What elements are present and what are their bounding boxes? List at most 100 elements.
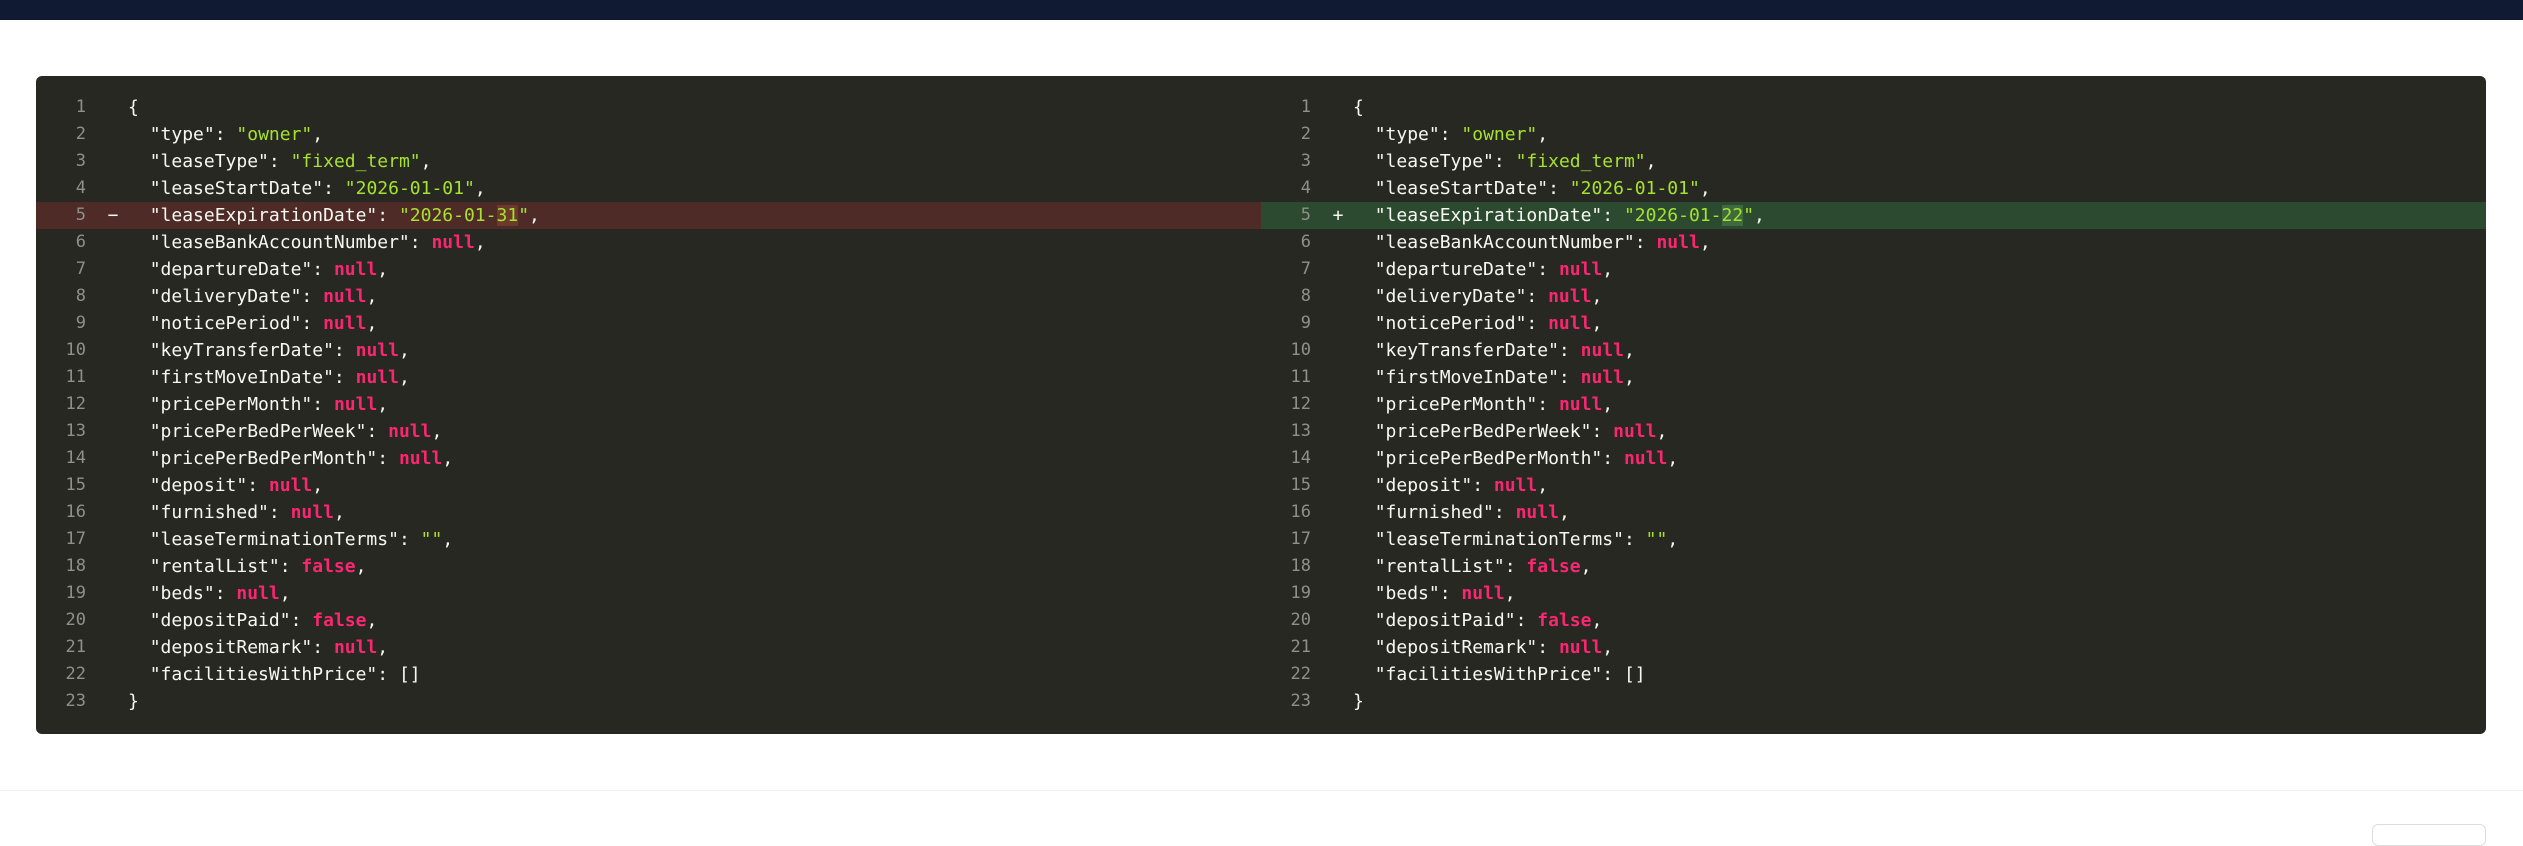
line-number: 9 <box>75 313 86 333</box>
code-line: 22 "facilitiesWithPrice": [] <box>36 661 1261 688</box>
code-content: "rentalList": false, <box>128 553 367 580</box>
json-key: "pricePerBedPerMonth" <box>1374 448 1603 469</box>
code-content: "pricePerMonth": null, <box>1353 391 1613 418</box>
code-content: "rentalList": false, <box>1353 553 1592 580</box>
code-content: "depositRemark": null, <box>1353 634 1613 661</box>
line-number: 23 <box>65 691 86 711</box>
code-line: 12 "pricePerMonth": null, <box>1261 391 2486 418</box>
colon: : <box>312 394 334 415</box>
code-line: 17 "leaseTerminationTerms": "", <box>1261 526 2486 553</box>
colon: : <box>247 475 269 496</box>
line-number: 6 <box>1300 232 1311 252</box>
json-value: null <box>290 502 334 523</box>
colon: : <box>377 664 399 685</box>
line-number: 19 <box>1290 583 1311 603</box>
line-number: 18 <box>65 556 86 576</box>
json-key: "depositPaid" <box>149 610 291 631</box>
json-key: "type" <box>1374 124 1440 145</box>
code-line: 22 "facilitiesWithPrice": [] <box>1261 661 2486 688</box>
code-content: { <box>128 94 139 121</box>
code-line: 13 "pricePerBedPerWeek": null, <box>36 418 1261 445</box>
colon: : <box>1526 286 1549 307</box>
code-content: "pricePerMonth": null, <box>128 391 388 418</box>
code-content: "noticePeriod": null, <box>1353 310 1603 337</box>
json-key: "furnished" <box>1374 502 1494 523</box>
comma: , <box>474 232 486 253</box>
code-line: 18 "rentalList": false, <box>1261 553 2486 580</box>
comma: , <box>1754 205 1765 226</box>
json-key: "leaseBankAccountNumber" <box>149 232 410 253</box>
code-line: 20 "depositPaid": false, <box>1261 607 2486 634</box>
colon: : <box>323 178 345 199</box>
colon: : <box>1439 124 1462 145</box>
comma: , <box>1602 394 1614 415</box>
code-line: 23} <box>1261 688 2486 715</box>
code-content: "leaseBankAccountNumber": null, <box>128 229 486 256</box>
json-key: "pricePerMonth" <box>149 394 313 415</box>
code-content: "leaseType": "fixed_term", <box>1353 148 1657 175</box>
colon: : <box>1623 529 1646 550</box>
line-number: 3 <box>75 151 86 171</box>
comma: , <box>366 286 378 307</box>
json-value: null <box>323 286 367 307</box>
line-number: 11 <box>65 367 86 387</box>
line-number: 16 <box>1290 502 1311 522</box>
comma: , <box>279 583 291 604</box>
code-line: 6 "leaseBankAccountNumber": null, <box>36 229 1261 256</box>
code-line: 18 "rentalList": false, <box>36 553 1261 580</box>
json-key: "keyTransferDate" <box>149 340 334 361</box>
footer-button[interactable] <box>2372 824 2486 846</box>
colon: : <box>1558 340 1581 361</box>
diff-pane-original: 1{2 "type": "owner", 3 "leaseType": "fixe… <box>36 76 1261 734</box>
json-value: false <box>1537 610 1592 631</box>
comma: , <box>366 610 378 631</box>
json-value: null <box>1623 448 1668 469</box>
code-content: "pricePerBedPerWeek": null, <box>128 418 443 445</box>
line-number: 17 <box>1290 529 1311 549</box>
json-key: "noticePeriod" <box>149 313 302 334</box>
json-value: null <box>431 232 475 253</box>
line-number: 17 <box>65 529 86 549</box>
code-line: 19 "beds": null, <box>36 580 1261 607</box>
json-key: "facilitiesWithPrice" <box>1374 664 1603 685</box>
code-content: "deliveryDate": null, <box>1353 283 1603 310</box>
code-line: 9 "noticePeriod": null, <box>36 310 1261 337</box>
code-line: 12 "pricePerMonth": null, <box>36 391 1261 418</box>
code-content: "leaseTerminationTerms": "", <box>1353 526 1678 553</box>
json-key: "pricePerBedPerWeek" <box>1374 421 1592 442</box>
comma: , <box>1537 475 1549 496</box>
code-content: "noticePeriod": null, <box>128 310 378 337</box>
code-line: 13 "pricePerBedPerWeek": null, <box>1261 418 2486 445</box>
colon: : <box>333 340 356 361</box>
colon: : <box>1558 367 1581 388</box>
comma: , <box>1699 178 1711 199</box>
colon: : <box>1515 610 1538 631</box>
line-number: 20 <box>1290 610 1311 630</box>
colon: : <box>1537 259 1559 280</box>
json-key: "departureDate" <box>149 259 313 280</box>
comma: , <box>1667 529 1679 550</box>
line-number: 10 <box>65 340 86 360</box>
colon: : <box>1504 556 1527 577</box>
brace: } <box>1353 691 1364 712</box>
code-line: 3 "leaseType": "fixed_term", <box>1261 148 2486 175</box>
code-content: "leaseExpirationDate": "2026-01-31", <box>128 202 540 229</box>
colon: : <box>333 367 356 388</box>
code-line: 11 "firstMoveInDate": null, <box>36 364 1261 391</box>
code-line: 15 "deposit": null, <box>1261 472 2486 499</box>
line-number: 5 <box>1300 205 1311 225</box>
code-line: 14 "pricePerBedPerMonth": null, <box>1261 445 2486 472</box>
json-value: null <box>1515 502 1559 523</box>
comma: , <box>442 529 454 550</box>
comma: , <box>1591 286 1603 307</box>
colon: : <box>377 205 399 226</box>
json-value: null <box>1580 340 1624 361</box>
